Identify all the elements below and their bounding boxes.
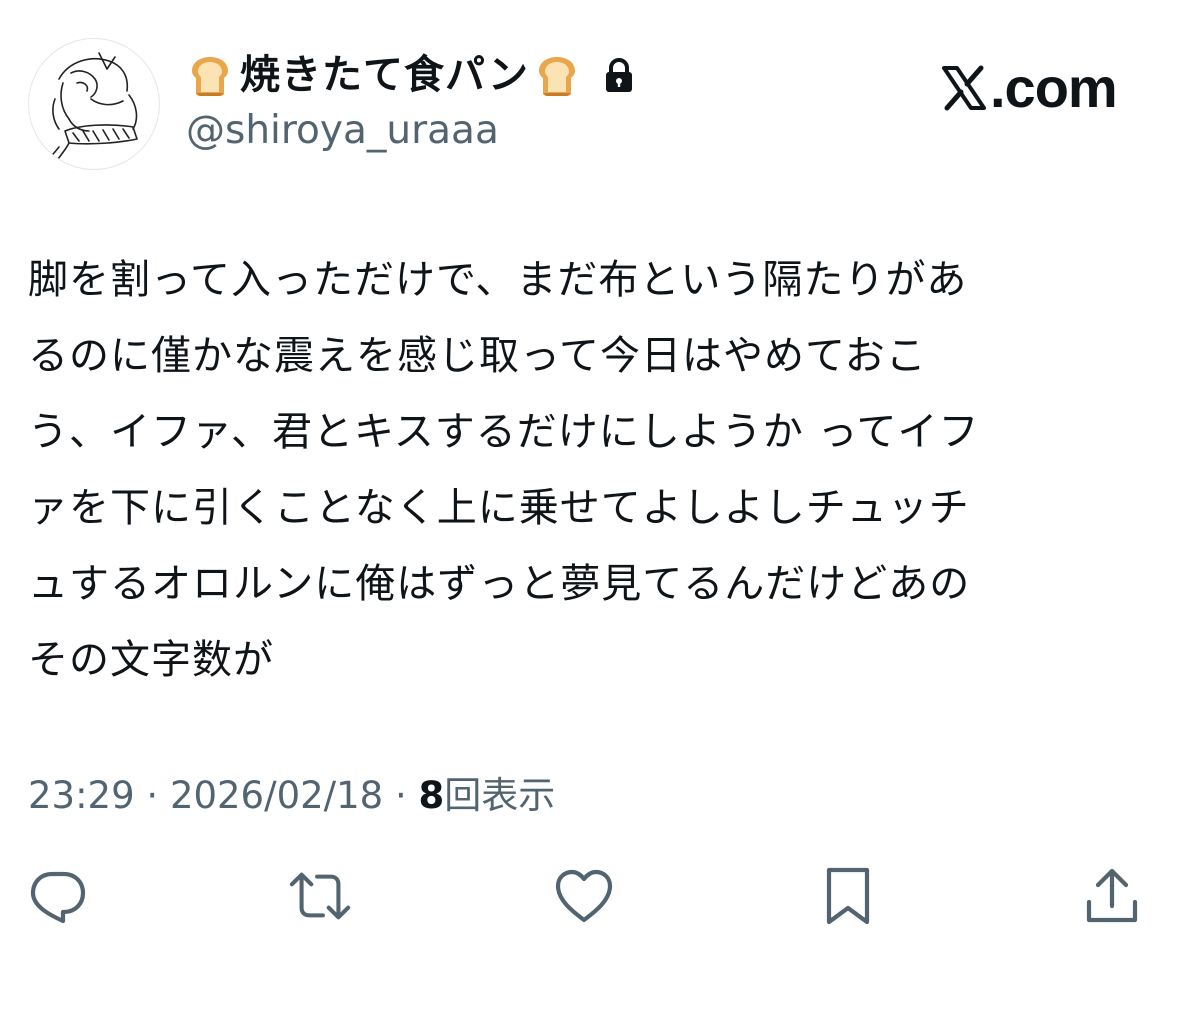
like-button[interactable]: [552, 864, 616, 928]
author-name-row[interactable]: 焼きたて食パン: [186, 46, 635, 104]
x-logo-icon: [940, 64, 988, 112]
action-bar: [0, 864, 1179, 934]
display-name: 焼きたて食パン: [240, 52, 529, 98]
bread-icon: [533, 51, 581, 99]
share-button[interactable]: [1080, 864, 1144, 928]
tweet-text: 脚を割って入っただけで、まだ布という隔たりがあ るのに僅かな震えを感じ取って今日…: [28, 242, 1152, 698]
bread-icon: [186, 51, 234, 99]
meta-separator: ·: [146, 774, 159, 817]
heart-icon: [555, 869, 613, 923]
avatar-sketch-icon: [48, 52, 138, 164]
views-label: 回表示: [444, 774, 556, 817]
retweet-button[interactable]: [288, 864, 352, 928]
tweet-text-line: ュするオロルンに俺はずっと夢見てるんだけどあの: [28, 561, 971, 607]
bookmark-button[interactable]: [816, 864, 880, 928]
views-count: 8: [418, 774, 445, 817]
bookmark-icon: [826, 867, 870, 925]
tweet-text-line: 脚を割って入っただけで、まだ布という隔たりがあ: [28, 257, 968, 303]
tweet-time[interactable]: 23:29: [28, 774, 135, 817]
tweet-text-line: るのに僅かな震えを感じ取って今日はやめておこ: [28, 333, 927, 379]
reply-icon: [30, 871, 86, 924]
tweet-date[interactable]: 2026/02/18: [170, 774, 383, 817]
tweet-text-line: う、イファ、君とキスするだけにしようか ってイフ: [28, 409, 980, 455]
reply-button[interactable]: [26, 864, 90, 928]
author-handle[interactable]: @shiroya_uraaa: [186, 106, 499, 156]
x-com-text: .com: [990, 56, 1118, 119]
tweet-meta: 23:29 · 2026/02/18 · 8回表示: [28, 768, 555, 824]
meta-separator: ·: [394, 774, 407, 817]
tweet-text-line: ァを下に引くことなく上に乗せてよしよしチュッチ: [28, 485, 970, 531]
x-com-watermark: .com: [940, 56, 1118, 120]
tweet-text-line: その文字数が: [28, 637, 274, 683]
share-icon: [1086, 868, 1138, 923]
lock-icon: [603, 58, 635, 94]
retweet-icon: [289, 872, 351, 920]
avatar[interactable]: [28, 38, 160, 170]
